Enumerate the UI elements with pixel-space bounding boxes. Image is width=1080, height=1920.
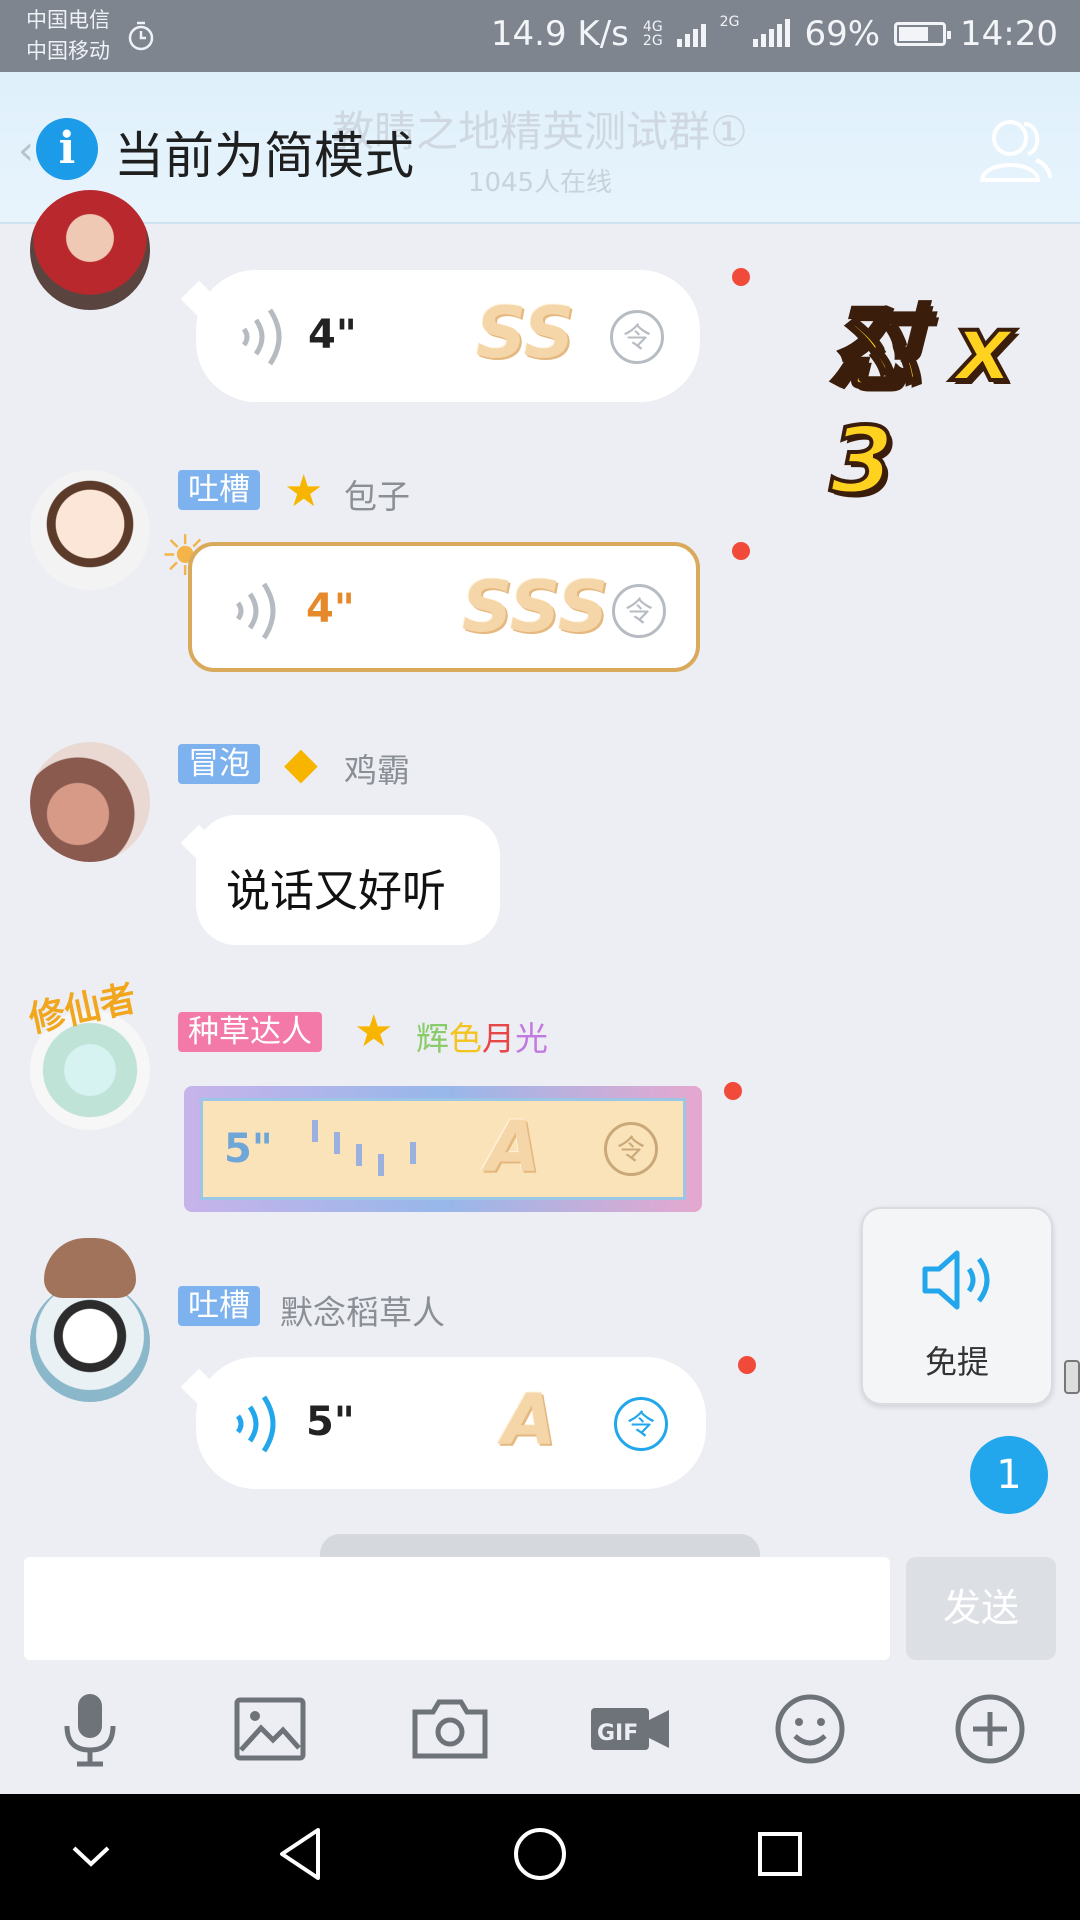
text-message[interactable]: 说话又好听	[196, 815, 500, 945]
avatar[interactable]	[30, 470, 150, 590]
message-input[interactable]	[24, 1557, 890, 1660]
chat-header: ‹ 教睛之地精英测试群① 1045人在线 i 当前为简模式	[0, 72, 1080, 224]
voice-wave-icon	[235, 582, 276, 640]
combo-sticker: 怼 x 3	[828, 293, 1015, 516]
voice-rank: A	[486, 1106, 541, 1188]
voice-duration: 5"	[224, 1126, 273, 1172]
unread-dot	[732, 542, 750, 560]
member-tag: 冒泡	[178, 744, 260, 784]
avatar[interactable]	[30, 742, 150, 862]
star-icon: ★	[284, 466, 324, 517]
collapse-chevron-icon[interactable]	[66, 1832, 116, 1882]
system-nav-bar	[0, 1794, 1080, 1920]
voice-duration: 5"	[306, 1399, 355, 1445]
battery-percent: 69%	[804, 14, 881, 54]
member-tag: 吐槽	[178, 470, 260, 510]
mode-toast: 当前为简模式	[114, 127, 414, 185]
group-members-icon[interactable]	[974, 110, 1054, 190]
avatar[interactable]	[30, 190, 150, 310]
gif-icon[interactable]: GIF	[585, 1684, 675, 1774]
new-message-badge[interactable]: 1	[970, 1436, 1048, 1514]
network-type: 4G 2G	[642, 19, 663, 49]
ling-icon[interactable]: 令	[612, 584, 666, 638]
info-icon: i	[36, 118, 98, 180]
signal-icon-2	[753, 19, 791, 47]
clock: 14:20	[960, 14, 1058, 54]
back-triangle-icon[interactable]	[270, 1824, 330, 1884]
voice-message[interactable]: 4" SS 令	[196, 270, 700, 402]
voice-bars-icon	[312, 1120, 416, 1176]
speaker-label: 免提	[924, 1343, 989, 1381]
voice-wave-icon	[235, 1395, 276, 1453]
voice-message[interactable]: 5" A 令	[196, 1357, 706, 1489]
network-type-2: 2G	[719, 14, 740, 30]
net-speed: 14.9 K/s	[490, 14, 629, 54]
sender-name[interactable]: 包子	[344, 470, 410, 518]
sender-name[interactable]: 辉色月光	[416, 1012, 548, 1060]
camera-icon[interactable]	[405, 1684, 495, 1774]
member-tag: 吐槽	[178, 1286, 260, 1326]
home-circle-icon[interactable]	[510, 1824, 570, 1884]
speaker-icon	[922, 1250, 990, 1310]
voice-duration: 4"	[306, 586, 355, 632]
plus-icon[interactable]	[945, 1684, 1035, 1774]
voice-message[interactable]: 4" SSS 令	[188, 542, 700, 672]
unread-dot	[738, 1356, 756, 1374]
ling-icon[interactable]: 令	[604, 1122, 658, 1176]
scroll-handle[interactable]	[1064, 1360, 1080, 1394]
voice-rank: A	[502, 1379, 557, 1461]
voice-rank: SS	[476, 292, 575, 374]
input-toolbar: GIF	[0, 1668, 1080, 1792]
microphone-icon[interactable]	[45, 1684, 135, 1774]
carrier-2: 中国移动	[26, 39, 110, 63]
ling-icon[interactable]: 令	[610, 310, 664, 364]
svg-text:GIF: GIF	[597, 1721, 638, 1746]
sender-name[interactable]: 鸡霸	[344, 744, 410, 792]
message-text: 说话又好听	[226, 866, 446, 917]
unread-dot	[724, 1082, 742, 1100]
status-bar: 中国电信 中国移动 14.9 K/s 4G 2G 2G 69% 14:20	[0, 0, 1080, 72]
send-button[interactable]: 发送	[906, 1557, 1056, 1660]
diamond-icon: ◆	[284, 738, 318, 789]
member-tag: 种草达人	[178, 1012, 322, 1052]
unread-dot	[732, 268, 750, 286]
avatar-hat	[44, 1238, 136, 1298]
avatar[interactable]	[30, 1282, 150, 1402]
emoji-icon[interactable]	[765, 1684, 855, 1774]
image-icon[interactable]	[225, 1684, 315, 1774]
speaker-toggle[interactable]: 免提	[861, 1207, 1053, 1405]
sender-name[interactable]: 默念稻草人	[280, 1286, 445, 1334]
recents-square-icon[interactable]	[750, 1824, 810, 1884]
voice-message[interactable]: 5" A 令	[184, 1086, 702, 1212]
alarm-icon	[128, 21, 154, 51]
battery-icon	[894, 22, 952, 46]
carrier-1: 中国电信	[26, 8, 110, 32]
voice-duration: 4"	[308, 312, 357, 358]
ling-icon[interactable]: 令	[614, 1397, 668, 1451]
star-icon: ★	[354, 1006, 394, 1057]
signal-icon	[676, 21, 706, 47]
voice-rank: SSS	[462, 566, 609, 648]
voice-wave-icon	[241, 308, 282, 366]
